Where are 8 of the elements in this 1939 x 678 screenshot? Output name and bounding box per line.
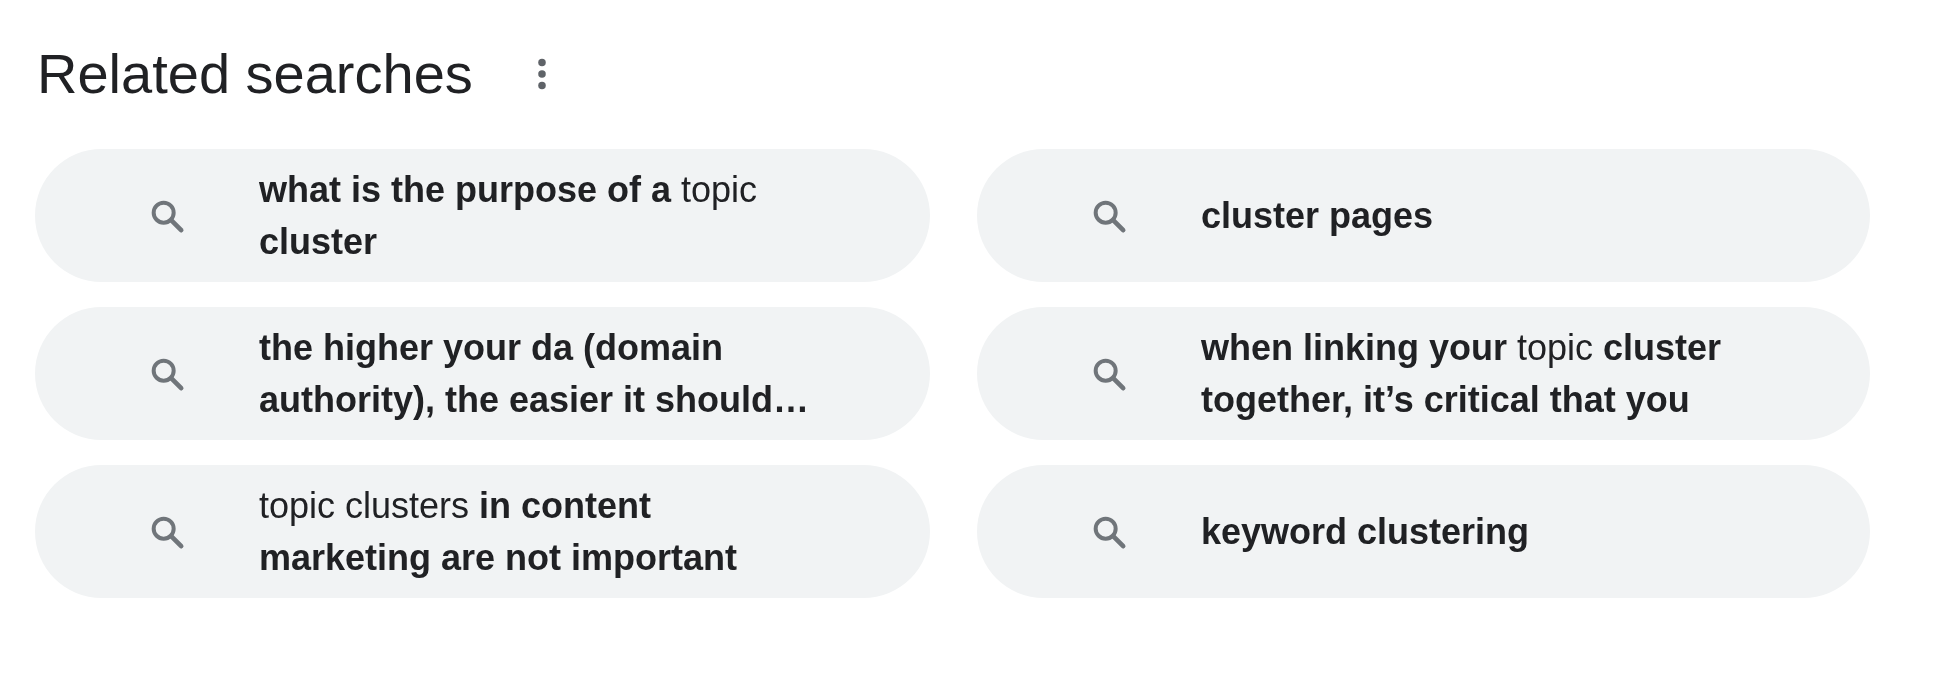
more-options-icon[interactable]	[536, 57, 547, 90]
related-search-chip[interactable]: when linking your topic cluster together, it’s critical that you	[977, 307, 1870, 441]
related-search-chip[interactable]: what is the purpose of a topic cluster	[35, 149, 930, 283]
related-search-chip[interactable]: the higher your da (domain authority), the easier it should…	[35, 307, 930, 441]
related-search-chip[interactable]: topic clusters in content marketing are not important	[35, 465, 930, 599]
related-search-chip[interactable]: keyword clustering	[977, 465, 1870, 599]
related-search-chip[interactable]: cluster pages	[977, 149, 1870, 283]
section-title: Related searches	[37, 41, 473, 107]
